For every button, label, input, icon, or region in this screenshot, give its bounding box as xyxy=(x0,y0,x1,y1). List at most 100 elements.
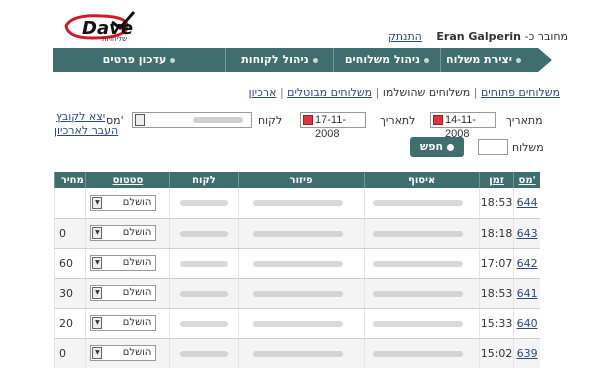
customer-name[interactable] xyxy=(180,320,228,327)
chevron-down-icon[interactable]: ▼ xyxy=(92,317,103,329)
export-file-link[interactable]: יצא לקובץ xyxy=(56,110,105,123)
chevron-down-icon[interactable]: ▼ xyxy=(92,196,103,209)
chevron-down-icon[interactable]: ▼ xyxy=(92,347,103,359)
shipment-number-link[interactable]: 641 xyxy=(517,287,538,300)
shipment-number-link[interactable]: 642 xyxy=(517,257,538,270)
row-status: ▼ הושלם xyxy=(85,308,170,339)
header-time[interactable]: זמן xyxy=(478,172,514,188)
status-value: הושלם xyxy=(122,347,152,358)
nav-manage-customers[interactable]: ניהול לקוחות xyxy=(225,48,333,72)
destination-text xyxy=(252,350,343,357)
nav-update-details[interactable]: עדכון פרטים xyxy=(53,48,225,72)
shipment-number-link[interactable]: 643 xyxy=(517,227,538,240)
status-value: הושלם xyxy=(122,317,152,328)
header-time-link[interactable]: זמן xyxy=(489,175,504,186)
chevron-down-icon[interactable] xyxy=(135,114,145,126)
to-date-value: 17-11-2008 xyxy=(315,114,346,140)
row-number[interactable]: 642 xyxy=(513,248,540,279)
from-date-field[interactable]: 14-11-2008 xyxy=(430,112,496,140)
row-status: ▼ הושלם xyxy=(85,338,170,368)
tab-archive[interactable]: ארכיון xyxy=(249,86,277,99)
shipment-label: משלוח xyxy=(512,141,544,154)
nav-manage-customers-label: ניהול לקוחות xyxy=(241,53,309,66)
row-customer[interactable] xyxy=(169,278,239,309)
row-customer[interactable] xyxy=(169,308,239,339)
pickup-text xyxy=(372,260,463,267)
table-row: 30 ▼ הושלם 18:53 641 xyxy=(53,278,540,309)
row-destination xyxy=(237,278,364,309)
row-pickup xyxy=(363,218,480,249)
customer-name[interactable] xyxy=(180,230,228,237)
row-number[interactable]: 643 xyxy=(513,218,540,249)
destination-text xyxy=(252,230,343,237)
customer-name[interactable] xyxy=(180,200,228,207)
header-status[interactable]: סטטוס xyxy=(85,172,170,188)
shipment-number-link[interactable]: 639 xyxy=(517,347,538,360)
customer-name[interactable] xyxy=(180,350,228,357)
header-number[interactable]: מס' xyxy=(513,172,540,188)
shipment-number-input[interactable] xyxy=(478,139,508,155)
brand-logo: Dave שליחויות xyxy=(62,8,142,44)
to-date-field[interactable]: 17-11-2008 xyxy=(300,112,366,140)
row-pickup xyxy=(363,338,480,368)
status-select[interactable]: ▼ הושלם xyxy=(90,285,157,301)
nav-create-shipment[interactable]: יצירת משלוח xyxy=(440,48,526,72)
bullet-icon xyxy=(170,57,176,63)
shipment-number-link[interactable]: 644 xyxy=(517,196,538,209)
move-to-archive-link[interactable]: העבר לארכיון xyxy=(54,124,118,137)
customer-select[interactable] xyxy=(132,112,252,128)
calendar-icon[interactable] xyxy=(303,115,313,125)
customer-name[interactable] xyxy=(180,290,228,297)
table-row: 0 ▼ הושלם 18:18 643 xyxy=(53,218,540,249)
pickup-text xyxy=(372,320,463,327)
status-select[interactable]: ▼ הושלם xyxy=(90,315,157,331)
tab-completed-shipments[interactable]: משלוחים שהושלמו xyxy=(383,86,470,99)
row-number[interactable]: 640 xyxy=(513,308,540,339)
status-select[interactable]: ▼ הושלם xyxy=(90,345,157,361)
customer-select-value xyxy=(193,117,243,123)
tab-open-shipments[interactable]: משלוחים פתוחים xyxy=(481,86,560,99)
chevron-down-icon[interactable]: ▼ xyxy=(92,287,103,299)
header-price: מחיר xyxy=(53,172,86,188)
row-time: 18:53 xyxy=(478,278,514,309)
row-status: ▼ הושלם xyxy=(85,218,170,249)
row-destination xyxy=(237,218,364,249)
calendar-icon[interactable] xyxy=(433,115,443,125)
header-number-link[interactable]: מס' xyxy=(519,175,536,186)
row-price: 60 xyxy=(53,248,86,279)
status-select[interactable]: ▼ הושלם xyxy=(90,255,157,271)
header-customer: לקוח xyxy=(169,172,239,188)
customer-name[interactable] xyxy=(180,260,228,267)
row-destination xyxy=(237,188,364,219)
nav-manage-shipments[interactable]: ניהול משלוחים xyxy=(333,48,440,72)
row-customer[interactable] xyxy=(169,248,239,279)
status-value: הושלם xyxy=(122,257,152,268)
row-price: 0 xyxy=(53,218,86,249)
user-prefix: מחובר כ- xyxy=(524,30,568,43)
row-time: 15:02 xyxy=(478,338,514,368)
row-status: ▼ הושלם xyxy=(85,248,170,279)
pickup-text xyxy=(372,290,463,297)
row-customer[interactable] xyxy=(169,338,239,368)
search-button[interactable]: חפש xyxy=(410,137,464,157)
status-select[interactable]: ▼ הושלם xyxy=(90,225,157,241)
row-number[interactable]: 641 xyxy=(513,278,540,309)
chevron-down-icon[interactable]: ▼ xyxy=(92,227,103,239)
row-price: 20 xyxy=(53,308,86,339)
shipment-number-link[interactable]: 640 xyxy=(517,317,538,330)
row-number[interactable]: 639 xyxy=(513,338,540,368)
search-button-label: חפש xyxy=(419,140,444,153)
row-number[interactable]: 644 xyxy=(513,188,540,219)
row-status: ▼ הושלם xyxy=(85,188,170,219)
nav-shipments[interactable]: משלוחים xyxy=(526,48,600,72)
bullet-icon xyxy=(424,57,430,63)
status-select[interactable]: ▼ הושלם xyxy=(90,194,157,211)
brand-tagline: שליחויות xyxy=(102,35,128,43)
row-customer[interactable] xyxy=(169,188,239,219)
row-customer[interactable] xyxy=(169,218,239,249)
header-status-link[interactable]: סטטוס xyxy=(113,175,144,186)
tab-cancelled-shipments[interactable]: משלוחים מבוטלים xyxy=(287,86,372,99)
row-pickup xyxy=(363,308,480,339)
logout-link[interactable]: התנתק xyxy=(388,30,422,43)
chevron-down-icon[interactable]: ▼ xyxy=(92,257,103,269)
